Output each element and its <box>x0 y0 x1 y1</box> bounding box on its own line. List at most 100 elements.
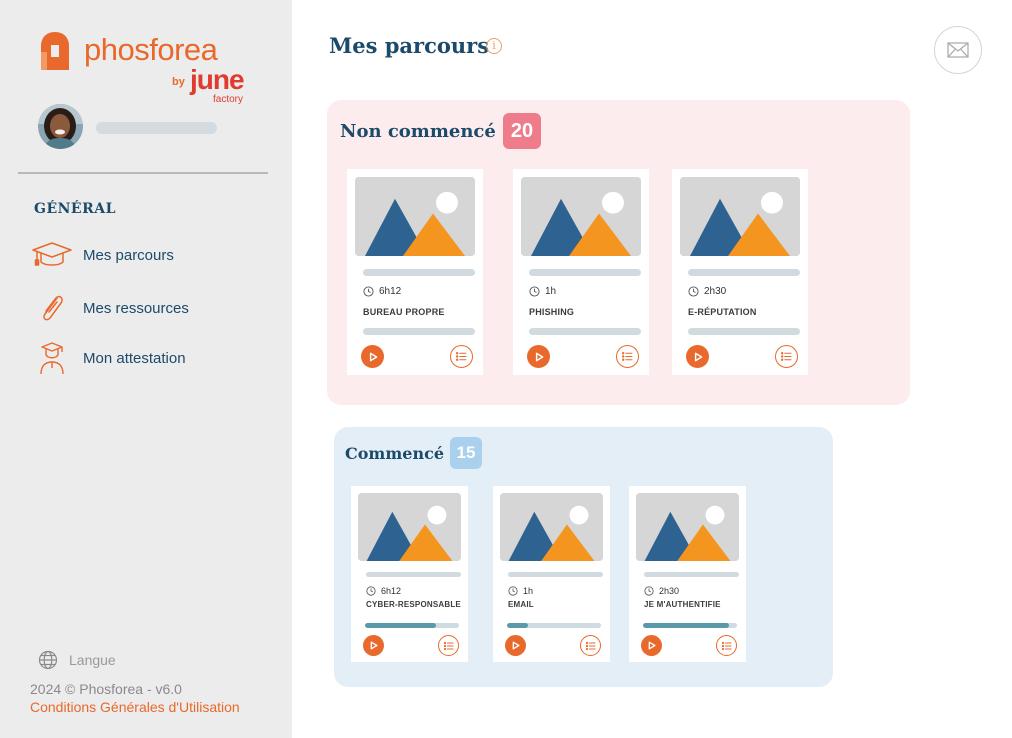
list-icon <box>721 640 733 652</box>
partner-logo-text: june <box>190 64 245 95</box>
list-icon <box>443 640 455 652</box>
course-duration: 6h12 <box>363 286 401 297</box>
partner-logo-subtext: factory <box>213 94 244 105</box>
clock-icon <box>529 286 540 297</box>
clock-icon <box>688 286 699 297</box>
page-title: Mes parcours <box>329 33 490 58</box>
language-selector[interactable]: Langue <box>38 650 116 670</box>
course-duration: 6h12 <box>366 586 401 596</box>
course-progress-fill <box>643 623 730 628</box>
course-title: CYBER-RESPONSABLE <box>366 600 461 609</box>
course-details-button[interactable] <box>775 345 798 368</box>
info-icon[interactable]: i <box>486 38 502 54</box>
course-skeleton-line <box>688 328 800 335</box>
play-icon <box>510 640 521 651</box>
course-duration-text: 1h <box>523 586 534 596</box>
course-duration-text: 6h12 <box>379 286 402 297</box>
course-skeleton-line <box>529 269 641 276</box>
logo-by-text: by <box>172 76 185 88</box>
course-duration: 1h <box>508 586 533 596</box>
section-title: Non commencé <box>340 121 496 142</box>
course-skeleton-line <box>508 572 603 577</box>
start-course-button[interactable] <box>361 345 384 368</box>
course-details-button[interactable] <box>438 635 459 656</box>
course-progress-fill <box>365 623 437 628</box>
course-duration-text: 6h12 <box>381 586 402 596</box>
graduate-person-icon <box>30 340 74 376</box>
course-progress-fill <box>507 623 528 628</box>
logo-mark-icon <box>41 32 69 70</box>
course-duration: 2h30 <box>644 586 679 596</box>
course-skeleton-line <box>363 328 475 335</box>
course-thumbnail-image <box>355 177 475 256</box>
sidebar: phosforea by june factory GÉNÉRAL Mes pa… <box>0 0 292 738</box>
course-details-button[interactable] <box>716 635 737 656</box>
sidebar-divider <box>18 172 268 174</box>
start-course-button[interactable] <box>527 345 550 368</box>
count-badge: 20 <box>503 113 541 149</box>
play-icon <box>533 351 545 363</box>
course-card[interactable]: 6h12 CYBER-RESPONSABLE <box>351 486 468 662</box>
messages-button[interactable] <box>934 26 982 74</box>
globe-icon <box>38 650 58 670</box>
clock-icon <box>644 586 654 596</box>
play-icon <box>646 640 657 651</box>
course-duration-text: 2h30 <box>659 586 680 596</box>
sidebar-item-label: Mon attestation <box>83 349 186 367</box>
user-name-placeholder <box>96 122 217 134</box>
course-progress-bar <box>507 623 601 628</box>
course-duration-text: 1h <box>545 286 557 297</box>
course-thumbnail-image <box>636 493 739 561</box>
course-duration: 1h <box>529 286 556 297</box>
sidebar-item-label: Mes ressources <box>83 299 189 317</box>
course-card[interactable]: 2h30 E-RÉPUTATION <box>672 169 808 375</box>
sidebar-section-title: GÉNÉRAL <box>34 201 116 217</box>
sidebar-item-mes-parcours[interactable]: Mes parcours <box>30 237 174 273</box>
play-icon <box>692 351 704 363</box>
course-skeleton-line <box>363 269 475 276</box>
paperclip-icon <box>30 290 74 326</box>
course-skeleton-line <box>529 328 641 335</box>
play-icon <box>367 351 379 363</box>
count-badge: 15 <box>450 437 482 469</box>
start-course-button[interactable] <box>505 635 526 656</box>
course-skeleton-line <box>644 572 739 577</box>
section-title: Commencé <box>345 444 444 463</box>
course-skeleton-line <box>688 269 800 276</box>
list-icon <box>585 640 597 652</box>
course-progress-bar <box>643 623 737 628</box>
graduation-cap-icon <box>30 237 74 273</box>
course-duration-text: 2h30 <box>704 286 727 297</box>
course-details-button[interactable] <box>450 345 473 368</box>
course-thumbnail-image <box>521 177 641 256</box>
course-duration: 2h30 <box>688 286 726 297</box>
language-label: Langue <box>69 652 116 668</box>
play-icon <box>368 640 379 651</box>
course-title: JE M'AUTHENTIFIE <box>644 600 721 609</box>
course-card[interactable]: 6h12 BUREAU PROPRE <box>347 169 483 375</box>
course-thumbnail-image <box>358 493 461 561</box>
course-progress-bar <box>365 623 459 628</box>
sidebar-item-mes-ressources[interactable]: Mes ressources <box>30 290 189 326</box>
avatar-image <box>38 104 83 149</box>
course-card[interactable]: 2h30 JE M'AUTHENTIFIE <box>629 486 746 662</box>
course-details-button[interactable] <box>616 345 639 368</box>
logo-text: phosforea <box>84 32 218 67</box>
start-course-button[interactable] <box>363 635 384 656</box>
user-avatar[interactable] <box>38 104 83 149</box>
course-title: PHISHING <box>529 307 575 317</box>
sidebar-item-mon-attestation[interactable]: Mon attestation <box>30 340 186 376</box>
sidebar-item-label: Mes parcours <box>83 246 174 264</box>
course-card[interactable]: 1h PHISHING <box>513 169 649 375</box>
course-skeleton-line <box>366 572 461 577</box>
start-course-button[interactable] <box>641 635 662 656</box>
terms-link[interactable]: Conditions Générales d'Utilisation <box>30 699 240 715</box>
copyright-text: 2024 © Phosforea - v6.0 <box>30 681 182 697</box>
course-title: BUREAU PROPRE <box>363 307 445 317</box>
envelope-icon <box>947 42 969 58</box>
start-course-button[interactable] <box>686 345 709 368</box>
course-details-button[interactable] <box>580 635 601 656</box>
course-card[interactable]: 1h EMAIL <box>493 486 610 662</box>
list-icon <box>455 350 468 363</box>
course-title: E-RÉPUTATION <box>688 307 757 317</box>
